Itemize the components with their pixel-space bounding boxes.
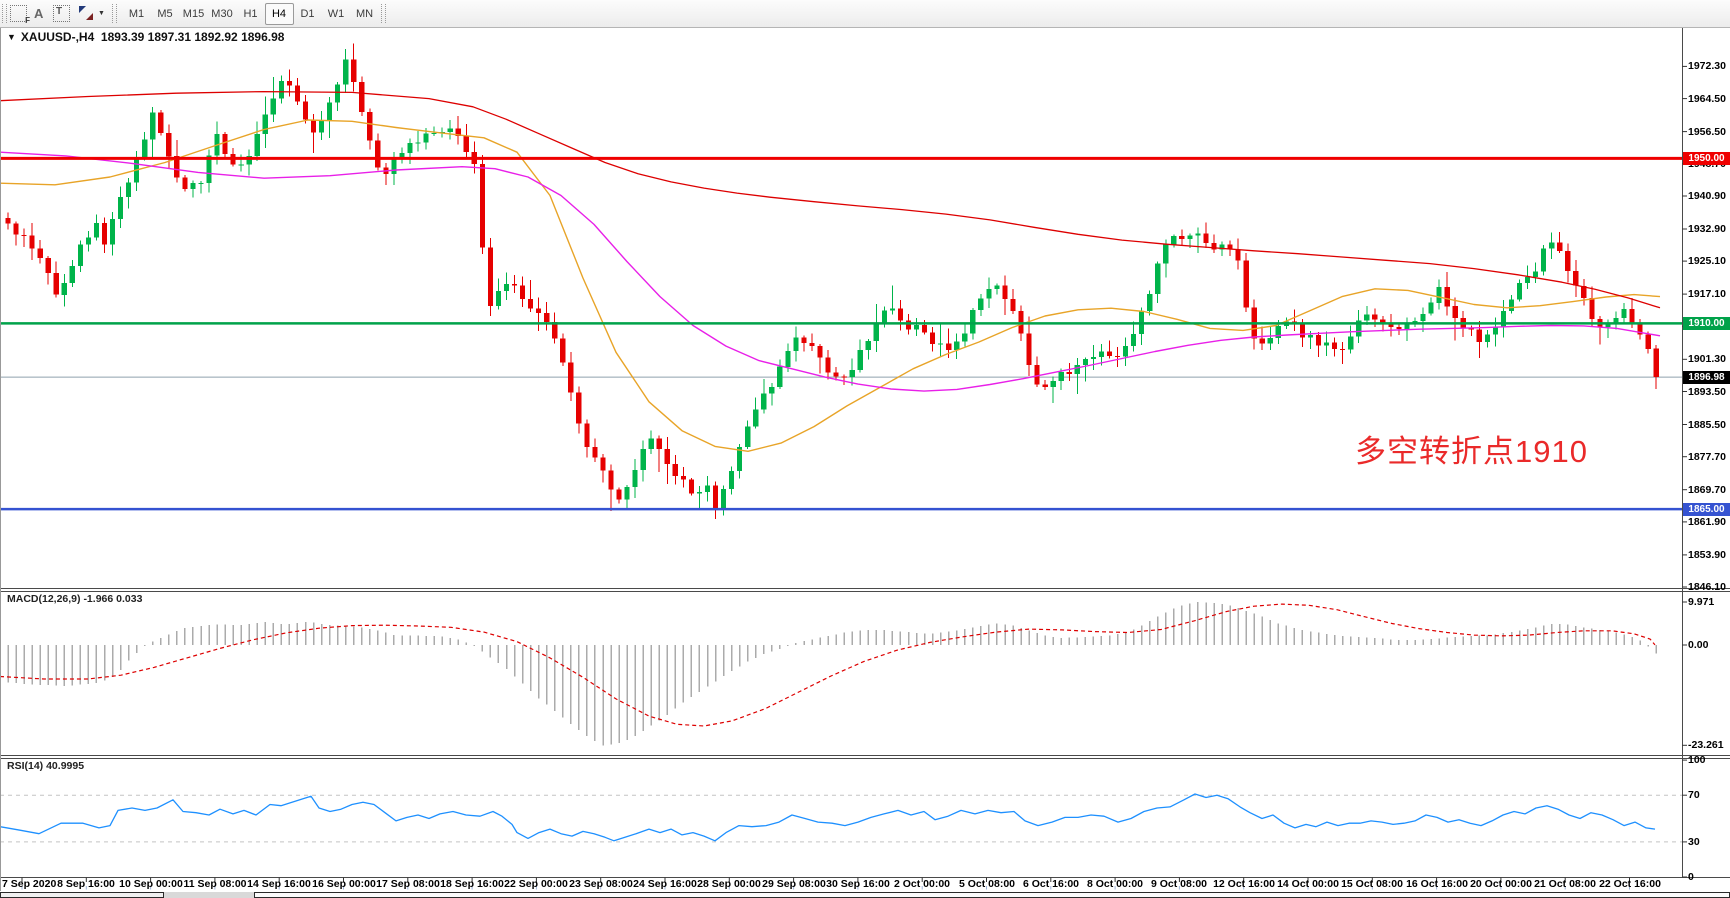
price-axis-label: 1956.50 [1688,126,1730,138]
timeframe-button-m1[interactable]: M1 [122,3,151,25]
time-axis-label: 2 Oct 00:00 [887,878,957,891]
rsi-axis-label: 30 [1688,836,1730,848]
time-axis-label: 5 Oct 08:00 [952,878,1022,891]
price-axis-label: 1901.30 [1688,353,1730,365]
time-axis-label: 14 Oct 00:00 [1273,878,1343,891]
price-axis-label: 1861.90 [1688,516,1730,528]
time-axis-label: 10 Sep 00:00 [116,878,186,891]
timeframe-button-h1[interactable]: H1 [236,3,265,25]
timeframe-button-mn[interactable]: MN [350,3,379,25]
price-axis-label: 1925.10 [1688,255,1730,267]
time-axis-label: 22 Sep 00:00 [501,878,571,891]
diagonal-arrows-icon [78,5,94,21]
time-axis-label: 18 Sep 16:00 [437,878,507,891]
timeframe-button-m5[interactable]: M5 [151,3,180,25]
text-label-tool-icon[interactable]: A [34,3,43,23]
time-axis-label: 15 Oct 08:00 [1337,878,1407,891]
timeframe-button-m30[interactable]: M30 [208,3,237,25]
price-axis-label: 1964.50 [1688,93,1730,105]
chart-tab-strip [0,892,1730,898]
price-axis-label: 1869.70 [1688,484,1730,496]
price-tag-1896.98: 1896.98 [1683,371,1730,384]
time-axis-label: 23 Sep 08:00 [566,878,636,891]
time-axis-label: 22 Oct 16:00 [1595,878,1665,891]
price-axis-label: 1885.50 [1688,419,1730,431]
price-tag-1950.00: 1950.00 [1683,152,1730,165]
macd-axis-label: 9.971 [1688,596,1730,608]
price-axis-label: 1940.90 [1688,190,1730,202]
chevron-down-icon[interactable]: ▼ [7,32,16,42]
price-axis-label: 1877.70 [1688,451,1730,463]
rsi-indicator-label: RSI(14) 40.9995 [7,760,84,772]
price-tag-1910.00: 1910.00 [1683,317,1730,330]
chart-tab-2 [164,892,254,898]
time-axis-label: 24 Sep 16:00 [630,878,700,891]
price-axis-label: 1893.50 [1688,386,1730,398]
time-axis-label: 8 Sep 16:00 [51,878,121,891]
text-box-tool-icon[interactable]: T [53,3,70,23]
time-axis-label: 20 Oct 00:00 [1466,878,1536,891]
price-axis-label: 1917.10 [1688,288,1730,300]
chart-annotation-text: 多空转折点1910 [1355,434,1588,470]
macd-axis-label: -23.261 [1688,739,1730,751]
time-axis-label: 9 Oct 08:00 [1144,878,1214,891]
time-axis-label: 8 Oct 00:00 [1080,878,1150,891]
time-axis-label: 16 Sep 00:00 [309,878,379,891]
time-axis-label: 14 Sep 16:00 [244,878,314,891]
rsi-axis-label: 70 [1688,789,1730,801]
timeframe-button-w1[interactable]: W1 [322,3,351,25]
toolbar-separator [381,4,386,23]
time-axis-label: 17 Sep 08:00 [373,878,443,891]
macd-indicator-label: MACD(12,26,9) -1.966 0.033 [7,593,142,605]
toolbar-grip[interactable] [2,4,7,23]
time-axis-label: 21 Oct 08:00 [1530,878,1600,891]
timeframe-button-m15[interactable]: M15 [179,3,208,25]
chart-tab-1[interactable] [0,892,164,898]
time-axis-label: 29 Sep 08:00 [759,878,829,891]
macd-axis-label: 0.00 [1688,639,1730,651]
toolbar-separator [112,4,117,23]
time-axis-label: 30 Sep 16:00 [823,878,893,891]
time-axis-label: 6 Oct 16:00 [1016,878,1086,891]
arrows-tool-icon[interactable] [78,3,94,23]
dotted-box-icon: F [10,5,27,22]
time-axis-label: 11 Sep 08:00 [180,878,250,891]
timeframe-button-h4[interactable]: H4 [265,3,294,25]
price-axis-label: 1853.90 [1688,549,1730,561]
time-axis-label: 28 Sep 00:00 [694,878,764,891]
mt4-chart-window: F A T ▼ M1M5M15M30H1H4D1W1MN ▼ XAUUSD-,H4… [0,0,1730,898]
frame-tool-icon[interactable]: F [10,3,27,23]
rsi-axis-label: 100 [1688,754,1730,766]
chart-title: ▼ XAUUSD-,H4 1893.39 1897.31 1892.92 1896… [7,30,284,44]
toolbar: F A T ▼ M1M5M15M30H1H4D1W1MN [0,0,1730,28]
time-axis-label: 12 Oct 16:00 [1209,878,1279,891]
price-axis-label: 1972.30 [1688,60,1730,72]
chart-title-text: XAUUSD-,H4 1893.39 1897.31 1892.92 1896.… [21,30,285,44]
price-axis-label: 1846.10 [1688,581,1730,593]
dotted-box-icon: T [53,5,70,22]
rsi-axis-label: 0 [1688,871,1730,883]
time-axis-label: 16 Oct 16:00 [1402,878,1472,891]
arrows-dropdown-caret-icon[interactable]: ▼ [98,3,105,23]
price-axis-label: 1932.90 [1688,223,1730,235]
price-tag-1865.00: 1865.00 [1683,503,1730,516]
timeframe-button-d1[interactable]: D1 [293,3,322,25]
chart-tab-3[interactable] [254,892,1730,898]
